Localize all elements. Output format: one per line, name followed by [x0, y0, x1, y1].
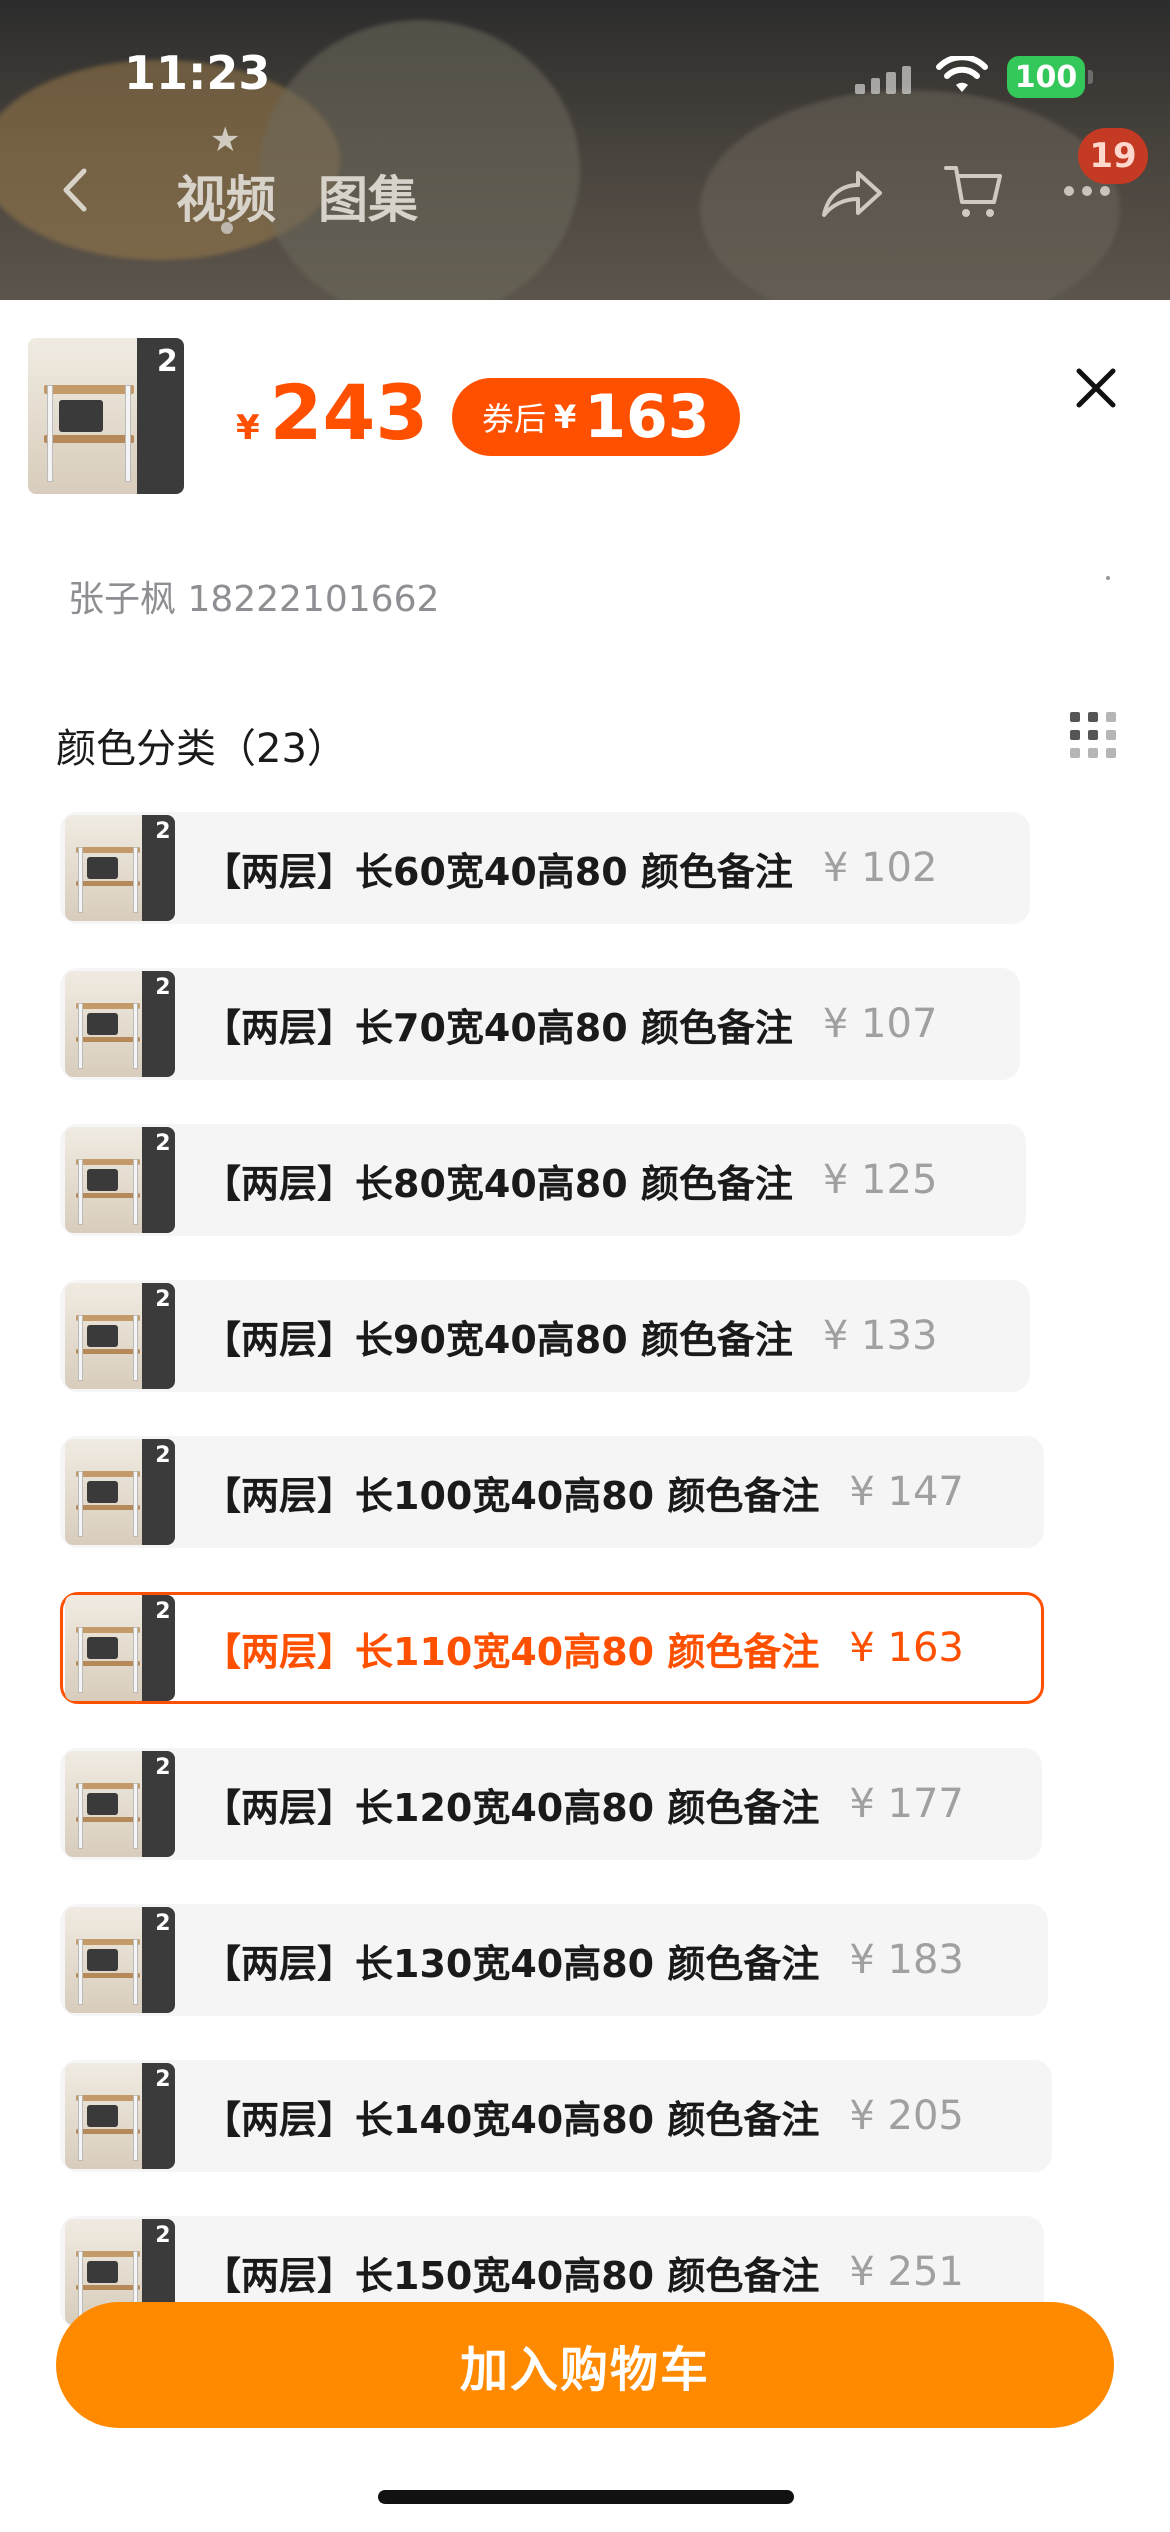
sku-option-thumbnail: 2	[65, 1751, 175, 1857]
grid-view-icon[interactable]	[1070, 712, 1116, 758]
sku-selection-sheet: 2 ¥ 243 券后 ¥ 163 张子枫 18222101662 颜色分类（23…	[0, 300, 1170, 2532]
color-category-title: 颜色分类（23）	[56, 726, 347, 772]
sku-thumbnail-tier-number: 2	[155, 1287, 171, 1313]
current-price: ¥ 243	[236, 368, 428, 457]
sku-option[interactable]: 2 【两层】长100宽40高80 颜色备注 ¥ 147	[60, 1436, 1044, 1548]
sku-option-price: ¥ 125	[822, 1157, 938, 1203]
cart-count-badge: 19	[1078, 128, 1148, 184]
wifi-icon	[936, 56, 988, 92]
sku-option-price: ¥ 133	[822, 1313, 938, 1359]
coupon-currency: ¥	[554, 398, 577, 436]
back-button[interactable]	[50, 160, 100, 220]
star-icon: ★	[210, 120, 241, 160]
sku-option-selected[interactable]: 2 【两层】长110宽40高80 颜色备注 ¥ 163	[60, 1592, 1044, 1704]
sku-option-label: 【两层】长140宽40高80 颜色备注	[203, 2097, 820, 2142]
sku-option-label: 【两层】长100宽40高80 颜色备注	[203, 1473, 820, 1518]
sku-option[interactable]: 2 【两层】长60宽40高80 颜色备注 ¥ 102	[60, 812, 1030, 924]
sku-option-thumbnail: 2	[65, 1127, 175, 1233]
close-button[interactable]	[1068, 360, 1124, 416]
sku-option-price: ¥ 251	[849, 2249, 964, 2295]
coupon-price-badge: 券后 ¥ 163	[452, 378, 740, 456]
status-time: 11:23	[124, 46, 271, 100]
sku-thumbnail-tier-number: 2	[155, 1911, 171, 1937]
sku-option[interactable]: 2 【两层】长90宽40高80 颜色备注 ¥ 133	[60, 1280, 1030, 1392]
sku-option-thumbnail: 2	[65, 1595, 175, 1701]
sku-option-price: ¥ 147	[849, 1469, 964, 1515]
chevron-left-icon	[63, 168, 87, 212]
shipping-address[interactable]: 张子枫 18222101662	[68, 570, 439, 622]
sku-thumbnail-tier-number: 2	[155, 2067, 171, 2093]
product-thumbnail[interactable]: 2	[28, 338, 184, 494]
tab-indicator-dot	[221, 222, 233, 234]
sku-option-label: 【两层】长120宽40高80 颜色备注	[203, 1785, 820, 1830]
sku-thumbnail-tier-number: 2	[155, 2223, 171, 2249]
sku-option-label: 【两层】长90宽40高80 颜色备注	[203, 1317, 793, 1362]
sku-option-label: 【两层】长70宽40高80 颜色备注	[203, 1005, 793, 1050]
coupon-label: 券后	[482, 400, 547, 438]
sku-option[interactable]: 2 【两层】长120宽40高80 颜色备注 ¥ 177	[60, 1748, 1042, 1860]
sku-option[interactable]: 2 【两层】长80宽40高80 颜色备注 ¥ 125	[60, 1124, 1026, 1236]
battery-nub	[1088, 70, 1093, 84]
sku-option-price: ¥ 177	[849, 1781, 964, 1827]
sku-option-label: 【两层】长150宽40高80 颜色备注	[203, 2253, 820, 2298]
sku-option-label: 【两层】长110宽40高80 颜色备注	[203, 1629, 820, 1674]
battery-indicator: 100	[1007, 56, 1085, 98]
sku-option-price: ¥ 163	[849, 1625, 964, 1671]
sku-thumbnail-tier-number: 2	[155, 819, 171, 845]
sku-option-price: ¥ 183	[849, 1937, 964, 1983]
sku-thumbnail-tier-number: 2	[155, 1443, 171, 1469]
share-icon[interactable]	[820, 165, 884, 221]
coupon-price-value: 163	[584, 382, 710, 452]
sku-option-thumbnail: 2	[65, 1907, 175, 2013]
sku-option-list: 2 【两层】长60宽40高80 颜色备注 ¥ 102 2 【两层】长70宽40高80 颜…	[0, 800, 1170, 2532]
sku-option-thumbnail: 2	[65, 1439, 175, 1545]
sku-option[interactable]: 2 【两层】长140宽40高80 颜色备注 ¥ 205	[60, 2060, 1052, 2172]
sku-option-thumbnail: 2	[65, 1283, 175, 1389]
sku-option-price: ¥ 107	[822, 1001, 938, 1047]
sku-option[interactable]: 2 【两层】长70宽40高80 颜色备注 ¥ 107	[60, 968, 1020, 1080]
sku-option-thumbnail: 2	[65, 815, 175, 921]
price-value: 243	[269, 368, 429, 457]
sku-thumbnail-tier-number: 2	[155, 1131, 171, 1157]
cellular-signal-icon	[855, 62, 911, 94]
sku-option-label: 【两层】长130宽40高80 颜色备注	[203, 1941, 820, 1986]
sku-option-thumbnail: 2	[65, 2063, 175, 2169]
thumbnail-tier-number: 2	[156, 344, 178, 380]
sku-option-label: 【两层】长60宽40高80 颜色备注	[203, 849, 793, 894]
close-icon	[1076, 368, 1116, 408]
more-icon[interactable]	[1064, 186, 1110, 196]
home-indicator	[378, 2490, 794, 2504]
tab-gallery[interactable]: 图集	[318, 160, 418, 232]
sku-thumbnail-tier-number: 2	[155, 1755, 171, 1781]
sku-option-price: ¥ 205	[849, 2093, 964, 2139]
sku-option-price: ¥ 102	[822, 845, 938, 891]
sku-thumbnail-tier-number: 2	[155, 975, 171, 1001]
address-chevron-icon	[1106, 576, 1110, 580]
cart-icon[interactable]	[942, 160, 1006, 224]
sku-option-thumbnail: 2	[65, 971, 175, 1077]
price-currency: ¥	[236, 408, 260, 448]
add-to-cart-button[interactable]: 加入购物车	[56, 2302, 1114, 2428]
sku-option-label: 【两层】长80宽40高80 颜色备注	[203, 1161, 793, 1206]
sku-option[interactable]: 2 【两层】长130宽40高80 颜色备注 ¥ 183	[60, 1904, 1048, 2016]
sku-thumbnail-tier-number: 2	[155, 1599, 171, 1625]
product-gallery-backdrop: 11:23 100 ★ 视频 图集 19	[0, 0, 1170, 300]
